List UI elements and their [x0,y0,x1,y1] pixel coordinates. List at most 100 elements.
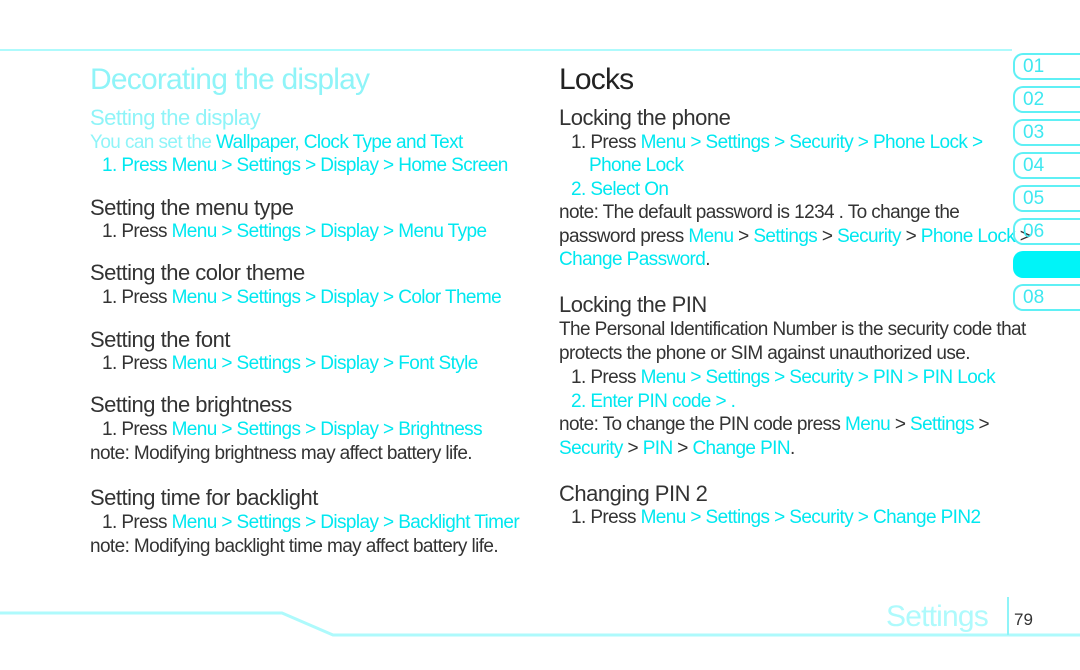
text-line: Change Password. [559,248,711,272]
text-line: note: Modifying backlight time may affec… [90,535,499,559]
section-heading: Setting the font [90,327,231,353]
menu-path: Menu > Settings > Security > PIN > PIN L… [640,367,996,388]
menu-path: Phone Lock [920,226,1016,247]
text-line: 2. Enter PIN code > . [571,390,736,414]
header-rule [0,49,1012,51]
text-line: 1. Press Menu > Settings > Security > Ch… [571,506,981,530]
section-heading: Setting the display [90,105,261,131]
text-segment: note: To change the PIN code press [559,414,846,435]
text-segment: Setting the color theme [90,260,305,285]
text-segment: Setting the display [90,105,261,130]
text-segment: Locking the phone [559,105,731,130]
chapter-tab-2[interactable]: 02 [1013,86,1080,113]
menu-path: Menu > Settings > Security > Phone Lock … [640,132,984,153]
text-segment: protects the phone or SIM against unauth… [559,343,971,364]
menu-path: Menu > Settings > Display > Font Style [171,353,479,374]
text-segment: 1. Press [102,221,172,242]
text-segment: 1. Press [102,353,172,374]
footer-divider [1007,597,1009,635]
menu-path: Menu > Settings > Display > Brightness [171,419,483,440]
text-segment: note: The default password is 1234 . To … [559,202,960,223]
text-line: Phone Lock [589,154,684,178]
menu-path: Change Password [559,249,706,270]
menu-path: Phone Lock [589,155,684,176]
menu-path: Security [837,226,901,247]
text-line: password press Menu > Settings > Securit… [559,225,1031,249]
text-line: You can set the Wallpaper, Clock Type an… [90,131,463,155]
text-line: 1. Press Menu > Settings > Display > Bac… [102,511,520,535]
chapter-tab-3[interactable]: 03 [1013,119,1080,146]
text-segment: Setting the font [90,327,231,352]
text-segment: 1. Press [571,507,641,528]
text-line: note: To change the PIN code press Menu … [559,413,990,437]
section-heading: Changing PIN 2 [559,481,708,507]
menu-path: 1. Press Menu > Settings > Display > Hom… [102,155,508,176]
menu-path: Menu > Settings > Security > Change PIN2 [640,507,981,528]
menu-path: Menu > Settings > Display > Menu Type [171,221,488,242]
menu-path: Menu [688,226,734,247]
menu-path: 2. Select On [571,179,669,200]
text-segment: > [900,226,921,247]
text-line: The Personal Identification Number is th… [559,318,1026,342]
text-segment: Setting the brightness [90,392,292,417]
text-line: 1. Press Menu > Settings > Display > Fon… [102,352,478,376]
section-heading: Setting the menu type [90,195,294,221]
text-segment: Locking the PIN [559,292,707,317]
text-line: protects the phone or SIM against unauth… [559,342,971,366]
text-segment: 1. Press [571,367,641,388]
section-heading: Setting the color theme [90,260,305,286]
menu-path: Menu > Settings > Display > Backlight Ti… [171,512,520,533]
text-segment: Setting the menu type [90,195,294,220]
left-page-title: Decorating the display [90,63,370,96]
text-segment: You can set the [90,132,216,153]
page-number: 79 [1014,610,1033,629]
chapter-tab-7[interactable] [1013,251,1080,278]
menu-path: Wallpaper, Clock Type and Text [215,132,463,153]
text-segment: > [622,438,643,459]
menu-path: PIN [642,438,673,459]
section-heading: Locking the phone [559,105,731,131]
text-line: 1. Press Menu > Settings > Security > PI… [571,366,996,390]
text-line: note: Modifying brightness may affect ba… [90,442,473,466]
section-heading: Setting the brightness [90,392,292,418]
menu-path: Menu > Settings > Display > Color Theme [171,287,502,308]
text-segment: 1. Press [571,132,641,153]
text-segment: password press [559,226,689,247]
text-segment: note: Modifying backlight time may affec… [90,536,499,557]
text-line: 1. Press Menu > Settings > Security > Ph… [571,131,984,155]
menu-path: Security [559,438,623,459]
text-line: Security > PIN > Change PIN. [559,437,795,461]
text-line: 2. Select On [571,178,669,202]
section-heading: Locking the PIN [559,292,707,318]
text-segment: Setting time for backlight [90,485,318,510]
text-line: 1. Press Menu > Settings > Display > Men… [102,220,488,244]
right-page-title: Locks [559,63,634,96]
text-segment: 1. Press [102,512,172,533]
menu-path: 2. Enter PIN code > . [571,391,736,412]
footer-section-title: Settings [886,600,989,633]
text-segment: . [705,249,710,270]
text-segment: 1. Press [102,419,172,440]
chapter-tab-8[interactable]: 08 [1013,284,1080,311]
text-segment: The Personal Identification Number is th… [559,319,1026,340]
text-line: 1. Press Menu > Settings > Display > Hom… [102,154,508,178]
menu-path: Change PIN [692,438,790,459]
menu-path: Menu [845,414,891,435]
text-segment: note: Modifying brightness may affect ba… [90,443,473,464]
text-segment: > [817,226,838,247]
text-line: 1. Press Menu > Settings > Display > Bri… [102,418,483,442]
chapter-tab-1[interactable]: 01 [1013,53,1080,80]
text-line: 1. Press Menu > Settings > Display > Col… [102,286,502,310]
section-heading: Setting time for backlight [90,485,318,511]
text-segment: > [890,414,911,435]
text-line: note: The default password is 1234 . To … [559,201,960,225]
text-segment: > [733,226,754,247]
menu-path: Settings [910,414,974,435]
text-segment: > [672,438,693,459]
chapter-tab-5[interactable]: 05 [1013,185,1080,212]
text-segment: 1. Press [102,287,172,308]
text-segment: > [973,414,990,435]
chapter-tab-6[interactable]: 06 [1013,218,1080,245]
chapter-tab-4[interactable]: 04 [1013,152,1080,179]
text-segment: . [789,438,795,459]
